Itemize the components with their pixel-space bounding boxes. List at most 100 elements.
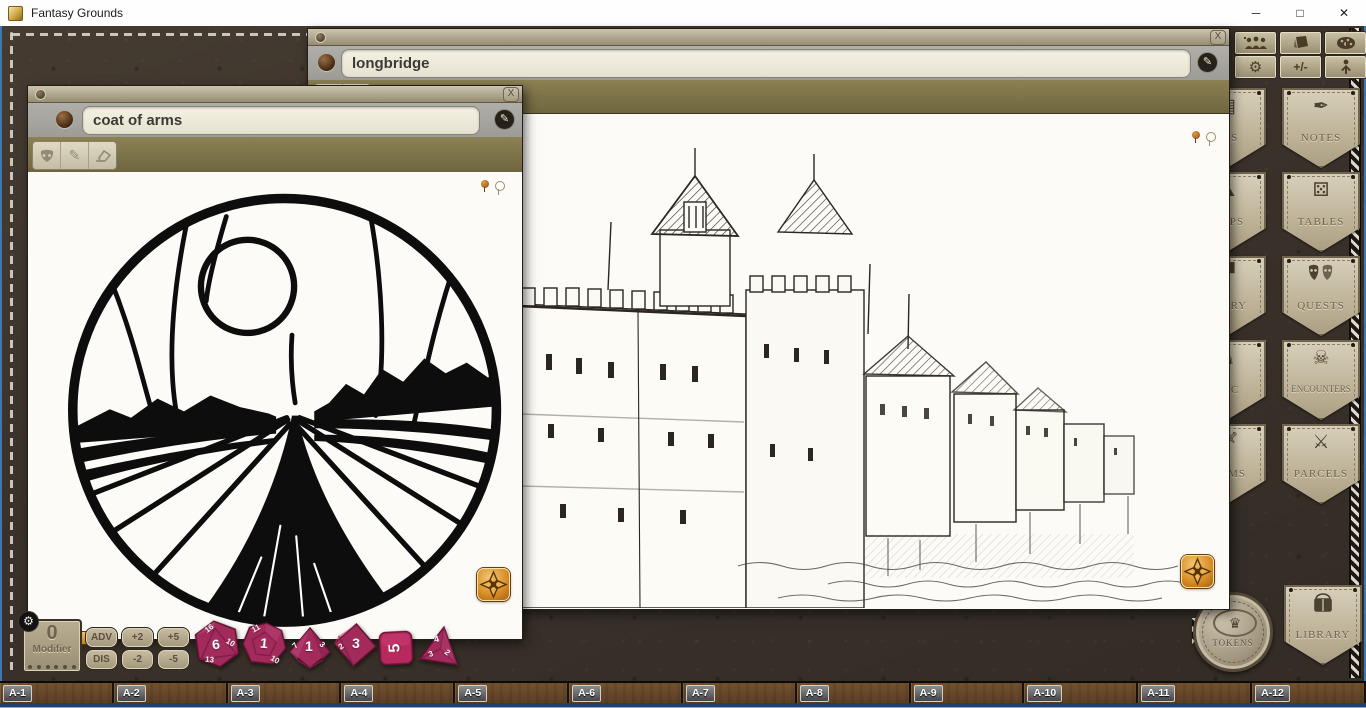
coat-image[interactable] <box>28 172 522 639</box>
palette-icon <box>1336 36 1356 50</box>
sidebar-banner-parcels[interactable]: ⚔ PARCELS <box>1282 424 1360 504</box>
party-sheet-button[interactable] <box>1234 31 1277 55</box>
coat-radial-menu-button[interactable] <box>477 568 510 601</box>
outline-pin-icon[interactable] <box>1206 132 1216 142</box>
hotkey-cell[interactable]: A-12 <box>1252 683 1366 704</box>
character-icon <box>1340 59 1352 75</box>
hotkey-cell[interactable]: A-2 <box>114 683 228 704</box>
tab-a10[interactable]: A-10 <box>1027 685 1062 702</box>
radial-flower-icon <box>1181 555 1214 588</box>
hotkey-cell[interactable]: A-10 <box>1024 683 1138 704</box>
sidebar-banner-quests[interactable]: QUESTS <box>1282 256 1360 336</box>
sidebar-banner-encounters[interactable]: ☠ ENCOUNTERS <box>1282 340 1360 420</box>
outline-pin-icon[interactable] <box>495 181 505 191</box>
edit-pen-icon[interactable]: ✎ <box>495 110 514 129</box>
os-titlebar: Fantasy Grounds ─ □ ✕ <box>0 0 1366 27</box>
hotkey-cell[interactable]: A-6 <box>569 683 683 704</box>
coat-grab-bar[interactable]: X <box>28 86 522 103</box>
modifiers-button[interactable]: +/- <box>1279 55 1322 79</box>
hotkey-cell[interactable]: A-8 <box>797 683 911 704</box>
minus5-button[interactable]: -5 <box>157 649 190 670</box>
book-icon <box>1284 593 1362 621</box>
plus5-button[interactable]: +5 <box>157 627 190 648</box>
palette-button[interactable] <box>1324 31 1366 55</box>
sword-gems-icon: ⚔ <box>1282 432 1360 454</box>
tab-a12[interactable]: A-12 <box>1255 685 1290 702</box>
edit-pen-icon[interactable]: ✎ <box>1198 53 1217 72</box>
draw-tool-icon[interactable]: ✎ <box>61 142 89 169</box>
hotkey-cell[interactable]: A-1 <box>0 683 114 704</box>
hotkey-tab-bar: A-1 A-2 A-3 A-4 A-5 A-6 A-7 A-8 A-9 A-10… <box>0 681 1366 704</box>
hotkey-cell[interactable]: A-7 <box>683 683 797 704</box>
sidebar-banner-notes[interactable]: ✒ NOTES <box>1282 88 1360 168</box>
coat-toolbar: ✎ <box>28 137 522 173</box>
maximize-button[interactable]: □ <box>1278 0 1322 26</box>
party-icon <box>1243 36 1269 50</box>
sidebar-banner-tables[interactable]: ⚄ TABLES <box>1282 172 1360 252</box>
tab-a6[interactable]: A-6 <box>572 685 601 702</box>
screw-icon <box>35 89 46 100</box>
d20-die[interactable]: 6 16 10 13 <box>190 617 244 671</box>
hotkey-cell[interactable]: A-11 <box>1138 683 1252 704</box>
mask-tool-icon[interactable] <box>33 142 61 169</box>
tab-a3[interactable]: A-3 <box>231 685 260 702</box>
d6-die[interactable]: 5 <box>378 630 414 666</box>
plus-minus-icon: +/- <box>1293 60 1307 74</box>
dice-bag-button[interactable] <box>1279 31 1322 55</box>
modifier-label: Modifier <box>24 645 80 655</box>
d12-die[interactable]: 1 11 10 <box>240 620 289 669</box>
tab-a4[interactable]: A-4 <box>344 685 373 702</box>
coat-header: coat of arms ✎ <box>28 103 522 138</box>
tab-a7[interactable]: A-7 <box>686 685 715 702</box>
orange-pin-icon[interactable] <box>1192 131 1200 139</box>
modifier-gear-icon[interactable]: ⚙ <box>19 612 38 631</box>
hotkey-cell[interactable]: A-3 <box>228 683 342 704</box>
coat-of-arms-emblem <box>28 172 520 638</box>
hotkey-cell[interactable]: A-5 <box>455 683 569 704</box>
tab-a11[interactable]: A-11 <box>1141 685 1175 702</box>
theater-masks-icon <box>1282 264 1360 290</box>
gear-icon: ⚙ <box>1249 58 1262 76</box>
radial-flower-icon <box>477 568 510 601</box>
longbridge-title-input[interactable]: longbridge <box>341 49 1191 78</box>
screw-icon <box>315 32 326 43</box>
tab-a1[interactable]: A-1 <box>3 685 32 702</box>
tab-a9[interactable]: A-9 <box>914 685 943 702</box>
d10-die[interactable]: 1 7 3 <box>289 627 331 669</box>
sidebar-banner-library[interactable]: LIBRARY <box>1284 585 1362 665</box>
tab-a8[interactable]: A-8 <box>800 685 829 702</box>
coat-title-input[interactable]: coat of arms <box>82 106 480 135</box>
window-frame-bottom <box>0 703 1366 708</box>
close-button[interactable]: ✕ <box>1322 0 1366 26</box>
hotkey-cell[interactable]: A-4 <box>341 683 455 704</box>
fantasy-grounds-app: Fantasy Grounds ─ □ ✕ ⚙ +/- ▤ P <box>0 0 1366 708</box>
adv-button[interactable]: ADV <box>85 627 118 648</box>
options-button[interactable]: ⚙ <box>1234 55 1277 79</box>
tab-a2[interactable]: A-2 <box>117 685 146 702</box>
window-knob-icon[interactable] <box>318 54 335 71</box>
desktop: ⚙ +/- ▤ PCS ⛰ MAPS ▞ STORY ♞ NPC <box>0 26 1366 704</box>
erase-tool-icon[interactable] <box>89 142 116 169</box>
dis-button[interactable]: DIS <box>85 649 118 670</box>
orange-pin-icon[interactable] <box>481 180 489 188</box>
longbridge-close-button[interactable]: X <box>1210 30 1226 45</box>
coat-of-arms-window: X coat of arms ✎ ✎ <box>27 85 523 640</box>
dice-bag-icon <box>1292 35 1310 51</box>
minimize-button[interactable]: ─ <box>1234 0 1278 26</box>
longbridge-grab-bar[interactable]: X <box>308 29 1229 46</box>
longbridge-radial-menu-button[interactable] <box>1181 555 1214 588</box>
app-icon <box>8 6 23 21</box>
coat-close-button[interactable]: X <box>503 87 519 102</box>
d4-die[interactable]: 4 2 3 <box>417 622 465 670</box>
window-knob-icon[interactable] <box>56 111 73 128</box>
minus2-button[interactable]: -2 <box>121 649 154 670</box>
character-select-button[interactable] <box>1324 55 1366 79</box>
longbridge-header: longbridge ✎ <box>308 46 1229 81</box>
leather-stitching-left <box>10 32 13 674</box>
hotkey-cell[interactable]: A-9 <box>911 683 1025 704</box>
d8-die[interactable]: 3 2 <box>332 622 379 669</box>
coat-toolgroup: ✎ <box>32 141 117 170</box>
dice-quill-icon: ⚄ <box>1282 180 1360 202</box>
tab-a5[interactable]: A-5 <box>458 685 487 702</box>
plus2-button[interactable]: +2 <box>121 627 154 648</box>
